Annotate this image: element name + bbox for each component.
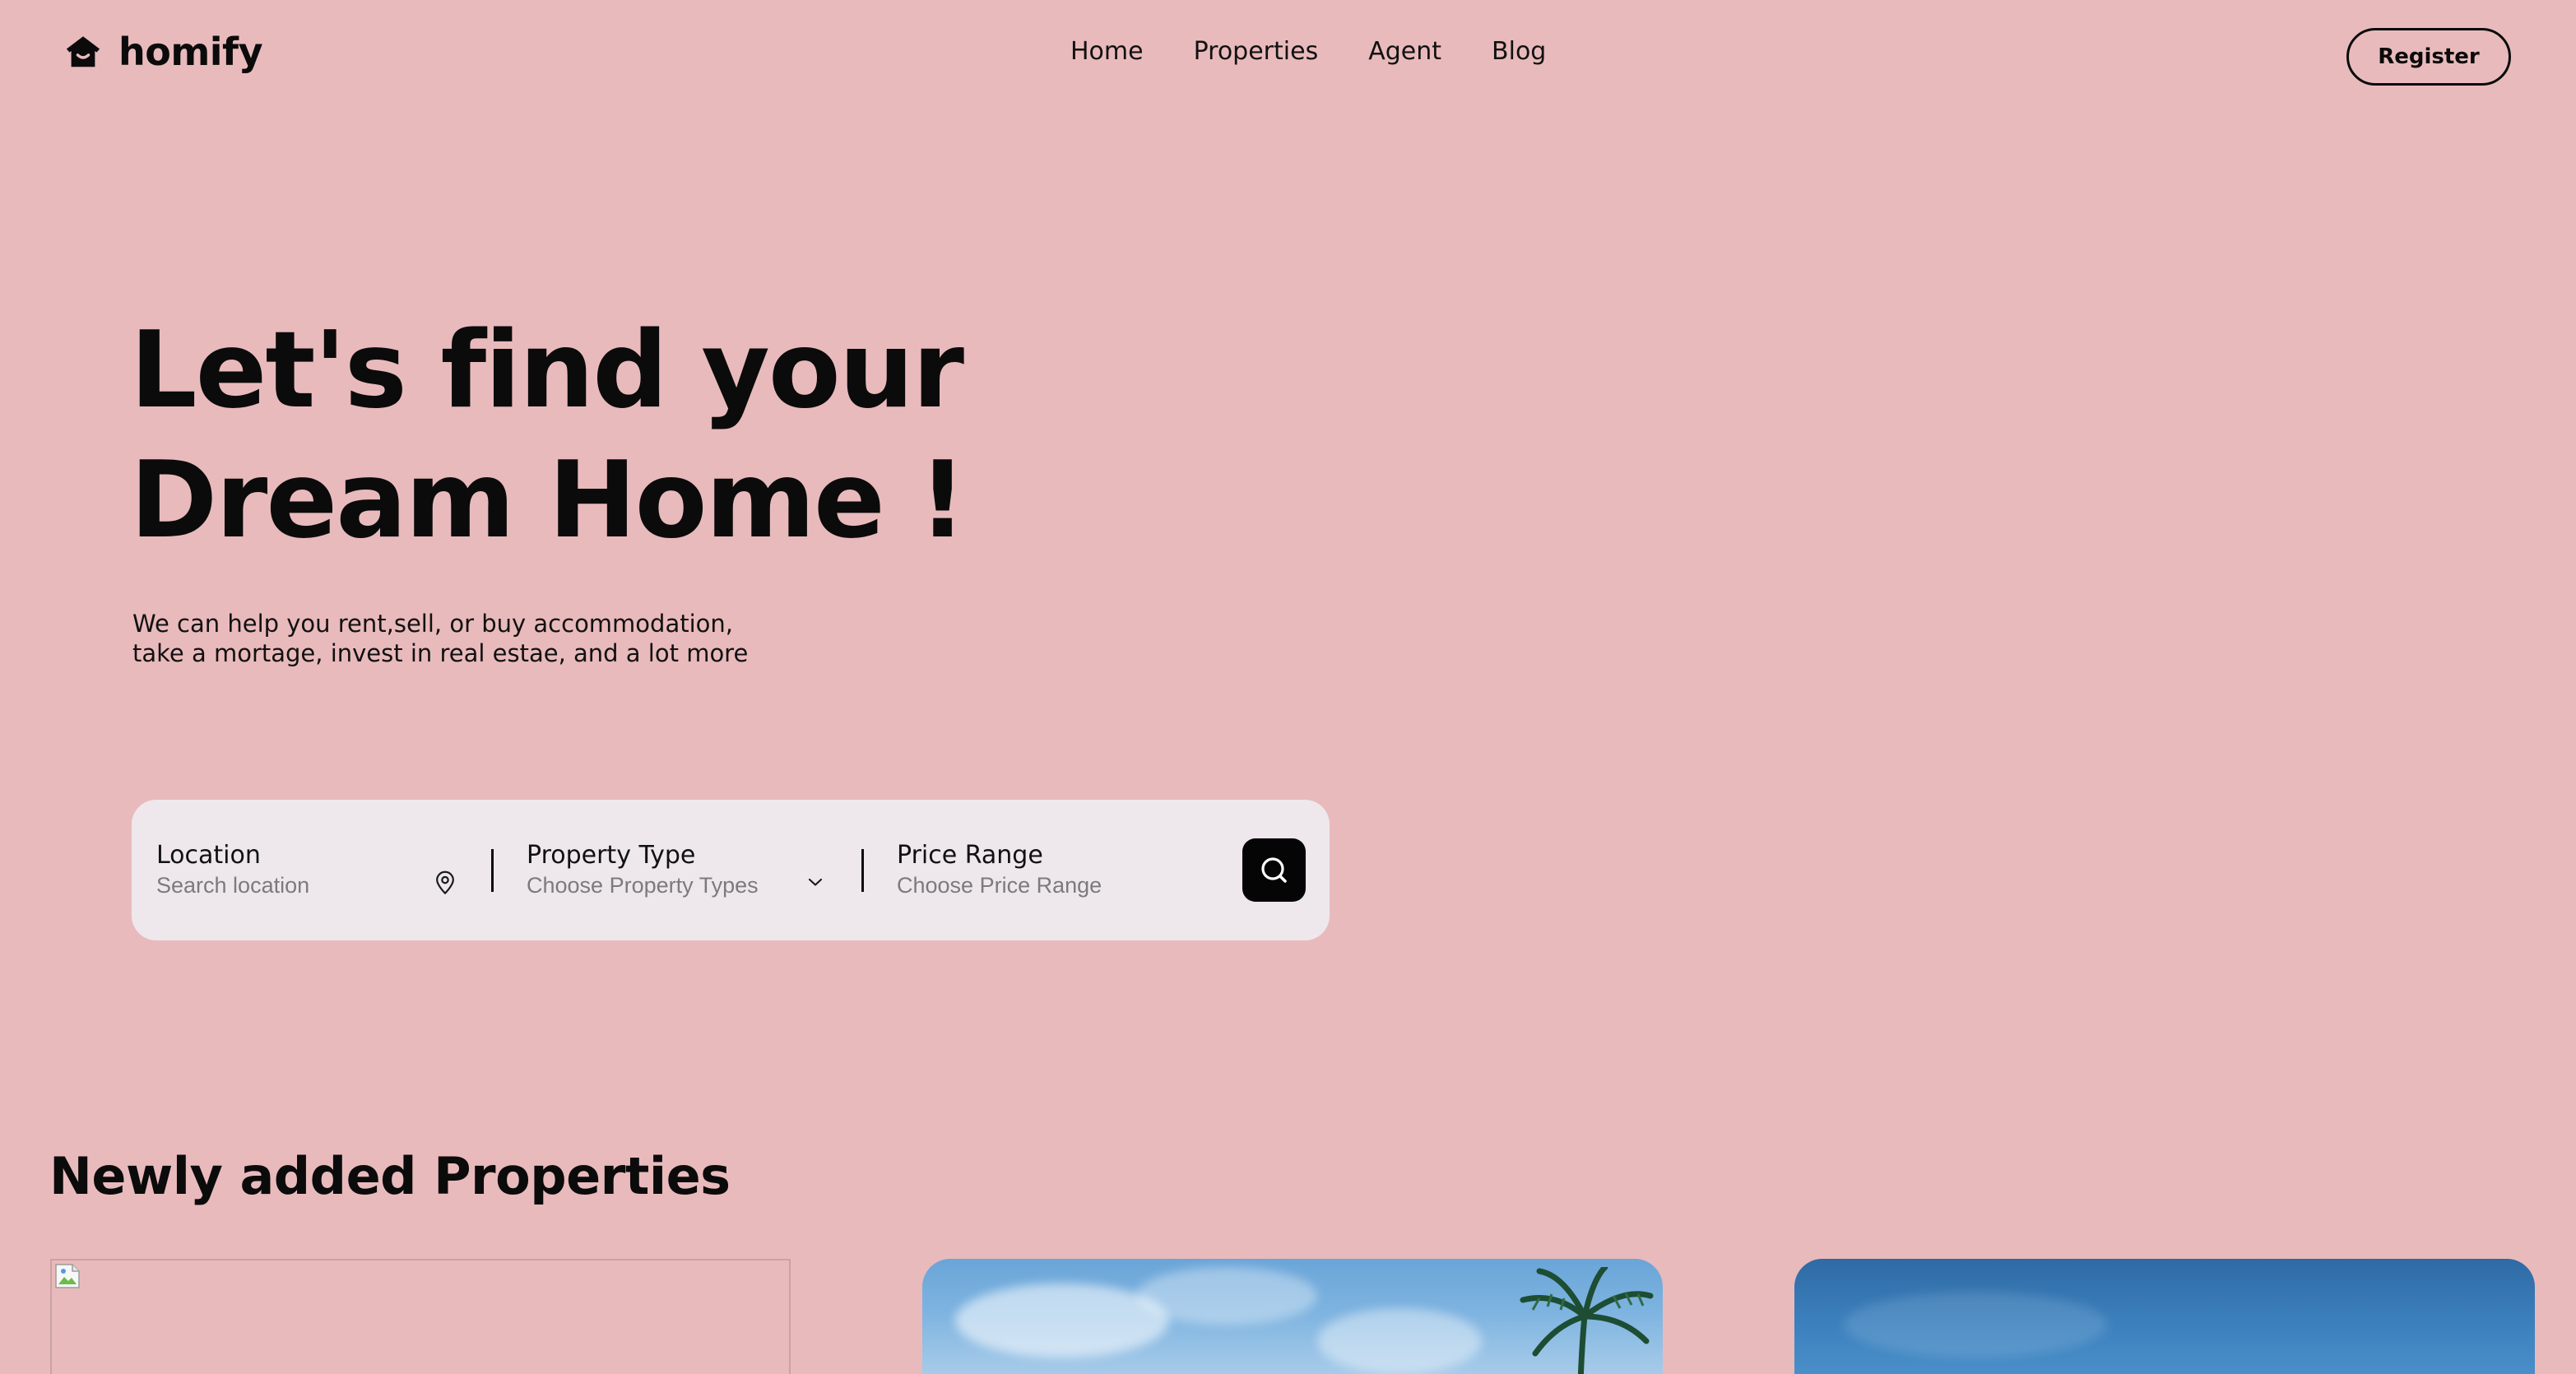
property-image — [1844, 1292, 2107, 1358]
property-type-select[interactable] — [527, 872, 790, 898]
property-card[interactable] — [50, 1259, 791, 1374]
price-range-select[interactable] — [897, 872, 1160, 898]
hero-subtitle-line-2: take a mortage, invest in real estae, an… — [132, 639, 749, 667]
top-navbar: homify Home Properties Agent Blog Regist… — [0, 0, 2576, 115]
chevron-down-icon[interactable] — [806, 875, 824, 889]
field-divider — [861, 849, 864, 892]
hero-title-line-1: Let's find your — [130, 309, 964, 432]
hero-subtitle-line-1: We can help you rent,sell, or buy accomm… — [132, 610, 733, 638]
brand-name: homify — [118, 30, 263, 74]
home-icon — [66, 36, 100, 67]
nav-link-blog[interactable]: Blog — [1492, 39, 1546, 64]
hero-title-line-2: Dream Home ! — [130, 439, 967, 562]
property-type-label: Property Type — [527, 841, 696, 870]
location-label: Location — [156, 841, 261, 870]
search-button[interactable] — [1242, 838, 1306, 902]
hero-title: Let's find your Dream Home ! — [130, 306, 967, 566]
property-card[interactable] — [1794, 1259, 2535, 1374]
search-icon — [1260, 856, 1287, 883]
hero-subtitle: We can help you rent,sell, or buy accomm… — [132, 609, 748, 668]
nav-link-properties[interactable]: Properties — [1194, 39, 1319, 64]
property-image — [1317, 1308, 1482, 1374]
register-button[interactable]: Register — [2346, 28, 2511, 86]
property-image — [1136, 1267, 1317, 1325]
main-nav: Home Properties Agent Blog — [1070, 39, 1546, 64]
section-title-new-properties: Newly added Properties — [49, 1146, 731, 1206]
price-range-label: Price Range — [897, 841, 1043, 870]
field-divider — [491, 849, 494, 892]
location-input[interactable] — [156, 872, 420, 898]
brand-logo[interactable]: homify — [64, 30, 263, 74]
property-card[interactable] — [922, 1259, 1663, 1374]
nav-link-home[interactable]: Home — [1070, 39, 1144, 64]
price-range-field: Price Range — [897, 841, 1226, 898]
nav-link-agent[interactable]: Agent — [1368, 39, 1441, 64]
map-pin-icon — [436, 870, 454, 894]
broken-image-icon — [55, 1264, 80, 1288]
palm-tree-image — [1520, 1267, 1654, 1374]
property-search-bar: Location Property Type Price Range — [132, 800, 1330, 940]
property-type-field: Property Type — [527, 841, 856, 898]
